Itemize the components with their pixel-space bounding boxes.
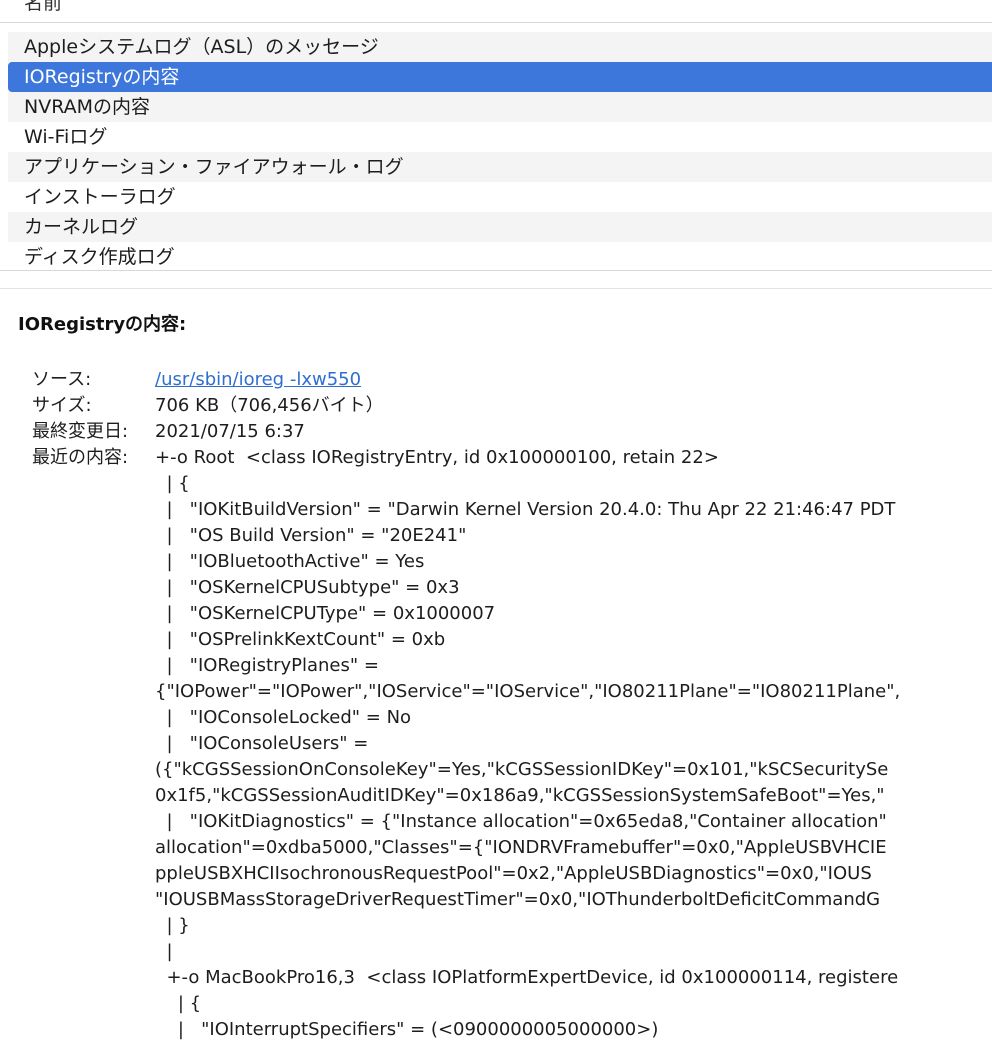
log-item-nvram[interactable]: NVRAMの内容 [8, 92, 992, 122]
content-line: +-o MacBookPro16,3 <class IOPlatformExpe… [155, 967, 899, 988]
detail-title: IORegistryの内容: [18, 314, 187, 335]
size-value: 706 KB（706,456バイト） [155, 395, 384, 416]
content-line: | "IOKitBuildVersion" = "Darwin Kernel V… [155, 499, 896, 520]
modified-label: 最終変更日: [32, 421, 129, 442]
content-line: | "IOConsoleUsers" = [155, 733, 369, 754]
content-line: | "OSKernelCPUType" = 0x1000007 [155, 603, 496, 624]
list-bottom-divider [0, 270, 992, 271]
log-item-firewall[interactable]: アプリケーション・ファイアウォール・ログ [8, 152, 992, 182]
content-line: | "IORegistryPlanes" = [155, 655, 379, 676]
content-line: | "IOConsoleLocked" = No [155, 707, 412, 728]
content-line: | [155, 941, 173, 962]
content-line: | } [155, 915, 190, 936]
content-line: | "OSKernelCPUSubtype" = 0x3 [155, 577, 460, 598]
column-header-label: 名前 [24, 0, 63, 14]
source-link[interactable]: /usr/sbin/ioreg -lxw550 [155, 367, 361, 393]
log-item-wifi[interactable]: Wi-Fiログ [8, 122, 992, 152]
log-content: +-o Root <class IORegistryEntry, id 0x10… [155, 445, 992, 1044]
size-label: サイズ: [32, 395, 92, 416]
content-line: ({"kCGSSessionOnConsoleKey"=Yes,"kCGSSes… [155, 759, 889, 780]
log-item-asl[interactable]: Appleシステムログ（ASL）のメッセージ [8, 32, 992, 62]
log-item-ioregistry[interactable]: IORegistryの内容 [8, 62, 992, 92]
content-line: 0x1f5,"kCGSSessionAuditIDKey"=0x186a9,"k… [155, 785, 885, 806]
content-line: | "IOKitDiagnostics" = {"Instance alloca… [155, 811, 887, 832]
content-line: ppleUSBXHCIIsochronousRequestPool"=0x2,"… [155, 863, 872, 884]
source-label: ソース: [32, 369, 92, 390]
content-line: | { [155, 993, 202, 1014]
content-line: | "IOInterruptSpecifiers" = (<0900000005… [155, 1019, 659, 1040]
content-line: | { [155, 473, 190, 494]
recent-content-label: 最近の内容: [32, 447, 129, 468]
split-divider[interactable] [0, 288, 992, 289]
modified-value: 2021/07/15 6:37 [155, 421, 305, 442]
column-header[interactable]: 名前 [0, 0, 992, 23]
content-line: {"IOPower"="IOPower","IOService"="IOServ… [155, 681, 901, 702]
content-line: "IOUSBMassStorageDriverRequestTimer"=0x0… [155, 889, 881, 910]
content-line: | "OSPrelinkKextCount" = 0xb [155, 629, 446, 650]
log-item-installer[interactable]: インストーラログ [8, 182, 992, 212]
content-line: allocation"=0xdba5000,"Classes"={"IONDRV… [155, 837, 887, 858]
content-line: | "OS Build Version" = "20E241" [155, 525, 467, 546]
content-line: +-o Root <class IORegistryEntry, id 0x10… [155, 447, 719, 468]
log-item-kernel[interactable]: カーネルログ [8, 212, 992, 242]
content-line: | "IOBluetoothActive" = Yes [155, 551, 425, 572]
log-item-disk[interactable]: ディスク作成ログ [8, 242, 992, 272]
